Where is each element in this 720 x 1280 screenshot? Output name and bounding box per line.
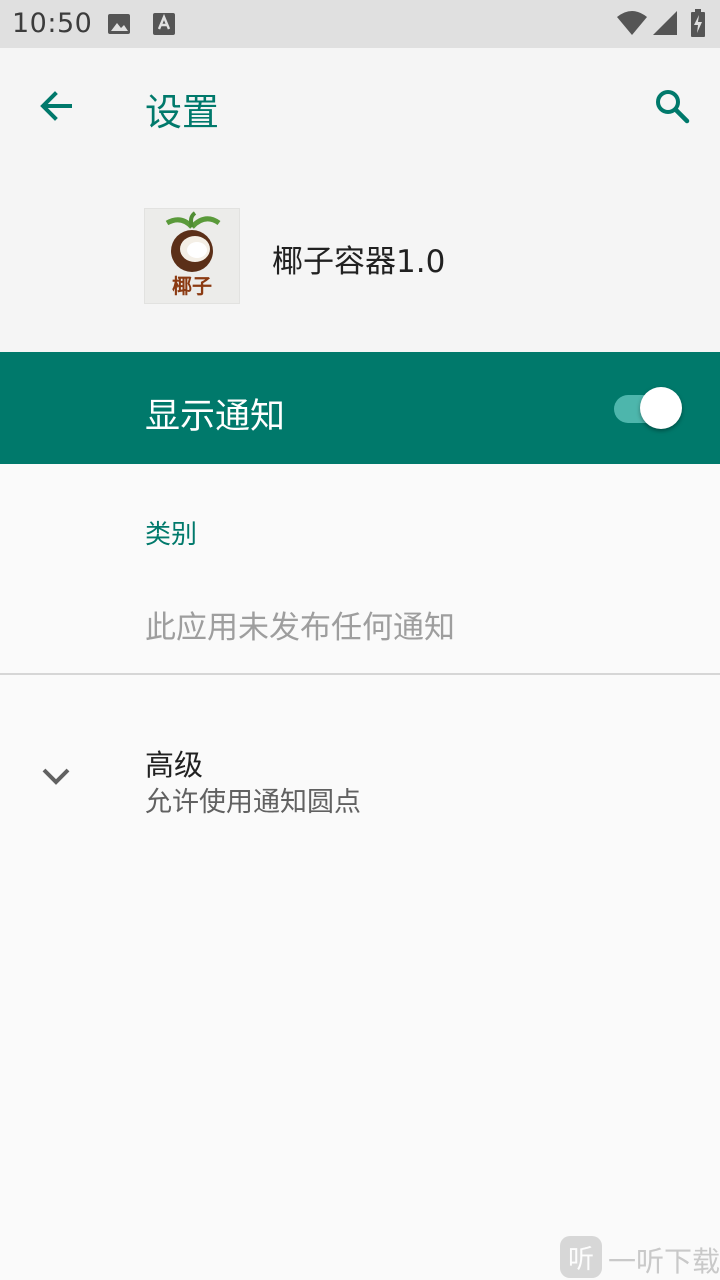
advanced-row[interactable]: 高级 允许使用通知圆点 — [0, 676, 720, 876]
app-icon: 椰子 — [144, 208, 240, 304]
coconut-logo-icon: 椰子 — [165, 211, 221, 298]
watermark-text: 一听下载 — [608, 1245, 720, 1278]
app-icon-text: 椰子 — [172, 274, 212, 298]
no-notifications-text: 此应用未发布任何通知 — [145, 610, 455, 646]
watermark-badge: 听 — [560, 1236, 602, 1278]
search-button[interactable] — [644, 78, 700, 134]
image-icon — [107, 12, 131, 40]
switch-thumb — [640, 387, 682, 429]
chevron-down-icon — [42, 768, 70, 785]
keyboard-a-icon — [152, 12, 176, 40]
advanced-title: 高级 — [145, 748, 204, 782]
status-time: 10:50 — [12, 8, 93, 39]
category-header: 类别 — [145, 520, 198, 550]
app-bar: 设置 — [0, 48, 720, 160]
watermark: 听 一听下载 — [558, 1236, 720, 1280]
page-title: 设置 — [145, 91, 219, 134]
show-notifications-label: 显示通知 — [145, 397, 286, 437]
back-button[interactable] — [28, 78, 84, 134]
show-notifications-row[interactable]: 显示通知 — [0, 352, 720, 464]
signal-icon — [652, 10, 678, 40]
divider — [0, 673, 720, 675]
arrow-back-icon — [40, 91, 72, 121]
wifi-icon — [616, 10, 648, 40]
battery-charging-icon — [690, 9, 706, 41]
status-bar: 10:50 — [0, 0, 720, 48]
search-icon — [656, 90, 690, 124]
advanced-summary: 允许使用通知圆点 — [145, 787, 361, 818]
show-notifications-switch[interactable] — [614, 387, 682, 429]
app-name: 椰子容器1.0 — [272, 244, 446, 280]
app-header: 椰子 椰子容器1.0 — [0, 160, 720, 352]
